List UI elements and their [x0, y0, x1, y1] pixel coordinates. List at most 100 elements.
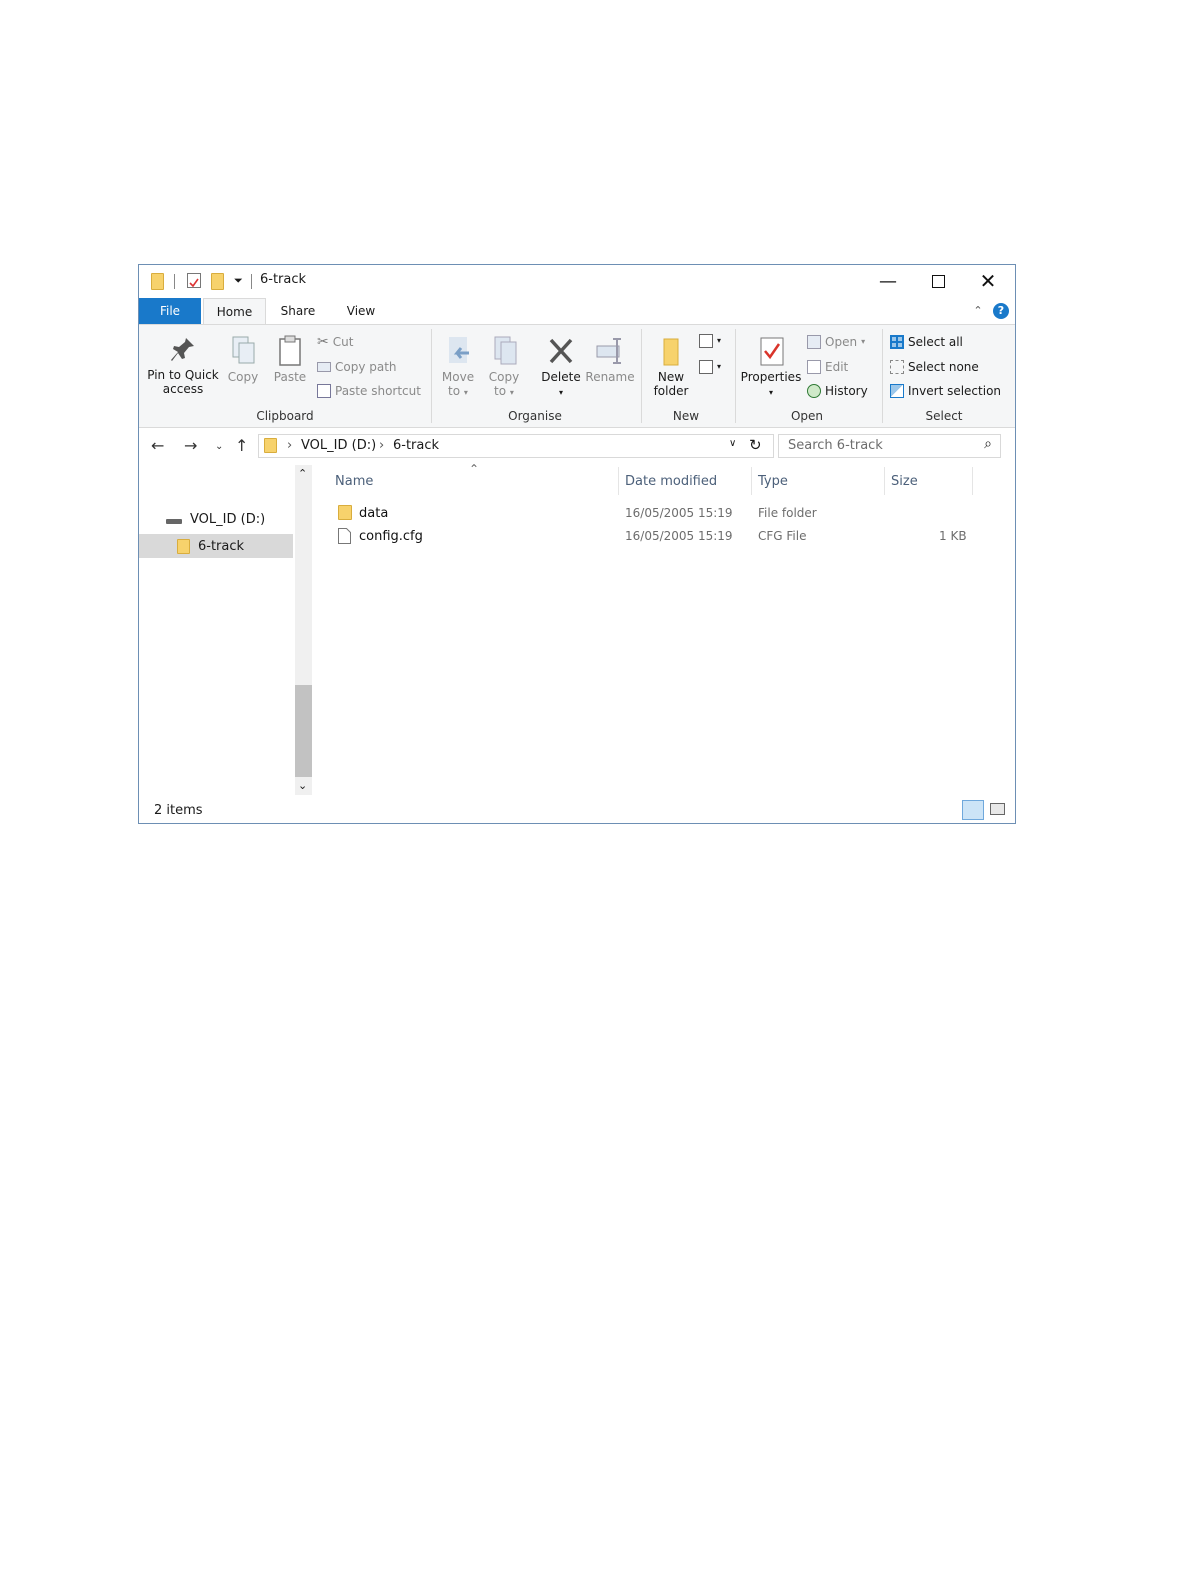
paste-button[interactable]: Paste	[270, 335, 310, 384]
edit-label: Edit	[825, 360, 849, 374]
group-label-organise: Organise	[508, 409, 562, 423]
column-header-date[interactable]: Date modified	[625, 474, 717, 489]
new-folder-button[interactable]: New folder	[647, 335, 695, 398]
select-all-icon	[890, 335, 904, 349]
ribbon-tabs: File Home Share View ⌃ ?	[139, 298, 1015, 325]
folder-icon	[177, 538, 190, 554]
tree-item-folder-selected[interactable]: 6-track	[139, 534, 293, 558]
column-header-size[interactable]: Size	[891, 474, 918, 489]
delete-button[interactable]: Delete ▾	[539, 335, 583, 400]
group-divider	[431, 329, 432, 423]
address-input[interactable]: › VOL_ID (D:) › 6-track ∨ ↻	[258, 434, 774, 458]
details-view-icon[interactable]	[962, 800, 984, 820]
pin-to-quick-access-button[interactable]: Pin to Quick access	[145, 335, 221, 396]
close-icon[interactable]: ✕	[963, 265, 1013, 297]
history-icon	[807, 384, 821, 398]
chevron-right-icon: ›	[287, 438, 293, 453]
tree-item-drive[interactable]: VOL_ID (D:)	[166, 512, 265, 527]
edit-button[interactable]: Edit	[807, 359, 848, 375]
tab-file[interactable]: File	[139, 298, 201, 324]
easy-access-icon	[699, 360, 713, 374]
divider	[174, 274, 175, 289]
pin-label-1: Pin to Quick	[147, 368, 219, 382]
copy-to-button[interactable]: Copy to ▾	[485, 335, 523, 400]
tree-item-label: 6-track	[198, 538, 245, 554]
sort-ascending-icon: ⌃	[469, 462, 480, 476]
easy-access-button[interactable]: ▾	[699, 359, 721, 375]
properties-button[interactable]: Properties ▾	[739, 335, 803, 400]
address-bar-row: ← → ⌄ ↑ › VOL_ID (D:) › 6-track ∨ ↻ Sear…	[139, 431, 1015, 463]
column-header-name[interactable]: Name	[335, 474, 373, 489]
new-folder-label-1: New	[657, 370, 685, 384]
folder-icon	[338, 505, 352, 524]
select-none-label: Select none	[908, 360, 979, 374]
paste-label: Paste	[273, 370, 307, 384]
copy-to-label-1: Copy	[488, 370, 520, 384]
copy-label: Copy	[227, 370, 259, 384]
breadcrumb-drive[interactable]: VOL_ID (D:)	[301, 438, 376, 453]
delete-label: Delete	[541, 370, 581, 384]
paste-icon	[279, 335, 301, 366]
paste-shortcut-button[interactable]: Paste shortcut	[317, 383, 421, 399]
pin-icon	[171, 338, 194, 361]
select-all-button[interactable]: Select all	[890, 334, 963, 350]
rename-button[interactable]: Rename	[585, 335, 635, 384]
move-to-button[interactable]: Move to ▾	[439, 335, 477, 400]
scroll-down-icon[interactable]: ⌄	[298, 779, 307, 792]
back-arrow-icon[interactable]: ←	[151, 436, 164, 455]
scroll-thumb[interactable]	[295, 685, 312, 777]
up-arrow-icon[interactable]: ↑	[235, 436, 248, 455]
scissors-icon: ✂	[317, 334, 329, 350]
open-icon	[807, 335, 821, 349]
column-divider[interactable]	[618, 467, 619, 495]
properties-quick-icon[interactable]	[187, 273, 201, 288]
select-none-button[interactable]: Select none	[890, 359, 979, 375]
properties-check-icon	[760, 337, 784, 366]
customize-quick-access-icon[interactable]: ⏷	[234, 274, 243, 292]
new-folder-quick-icon[interactable]	[211, 273, 224, 291]
tab-share[interactable]: Share	[272, 298, 324, 324]
new-folder-icon	[663, 338, 679, 366]
history-button[interactable]: History	[807, 383, 868, 399]
search-input[interactable]: Search 6-track ⌕	[778, 434, 1001, 458]
new-item-button[interactable]: ▾	[699, 333, 721, 349]
open-button[interactable]: Open ▾	[807, 334, 865, 350]
column-divider[interactable]	[972, 467, 973, 495]
delete-x-icon	[549, 338, 573, 364]
copy-button[interactable]: Copy	[225, 335, 261, 384]
column-divider[interactable]	[884, 467, 885, 495]
folder-icon	[151, 273, 164, 291]
move-to-label-1: Move	[441, 370, 475, 384]
column-divider[interactable]	[751, 467, 752, 495]
select-all-label: Select all	[908, 335, 963, 349]
new-item-icon	[699, 334, 713, 348]
list-item[interactable]: config.cfg 16/05/2005 15:19 CFG File 1 K…	[334, 526, 984, 548]
group-divider	[882, 329, 883, 423]
maximize-icon[interactable]	[913, 265, 963, 297]
move-to-label-2: to	[448, 384, 461, 398]
search-placeholder: Search 6-track	[788, 438, 883, 453]
breadcrumb-folder[interactable]: 6-track	[393, 438, 439, 453]
address-dropdown-chevron-icon[interactable]: ∨	[729, 438, 736, 449]
properties-label: Properties	[740, 370, 802, 384]
scroll-up-icon[interactable]: ⌃	[298, 467, 307, 480]
copy-path-button[interactable]: Copy path	[317, 359, 397, 375]
recent-locations-chevron-icon[interactable]: ⌄	[215, 441, 223, 452]
help-icon[interactable]: ?	[993, 303, 1009, 319]
collapse-ribbon-icon[interactable]: ⌃	[969, 298, 987, 324]
tab-home[interactable]: Home	[203, 298, 266, 325]
forward-arrow-icon[interactable]: →	[184, 436, 197, 455]
minimize-icon[interactable]: —	[863, 265, 913, 297]
cut-button[interactable]: ✂ Cut	[317, 334, 353, 350]
search-icon[interactable]: ⌕	[984, 436, 992, 452]
invert-selection-button[interactable]: Invert selection	[890, 383, 1001, 399]
drive-icon	[166, 519, 182, 524]
explorer-window: ⏷ 6-track — ✕ File Home Share View ⌃ ? P…	[138, 264, 1016, 824]
large-icons-view-icon[interactable]	[990, 803, 1005, 815]
rename-label: Rename	[585, 370, 635, 384]
list-item[interactable]: data 16/05/2005 15:19 File folder	[334, 503, 984, 525]
refresh-icon[interactable]: ↻	[749, 436, 762, 454]
nav-scrollbar[interactable]: ⌃ ⌄	[295, 465, 312, 795]
column-header-type[interactable]: Type	[758, 474, 788, 489]
tab-view[interactable]: View	[335, 298, 387, 324]
